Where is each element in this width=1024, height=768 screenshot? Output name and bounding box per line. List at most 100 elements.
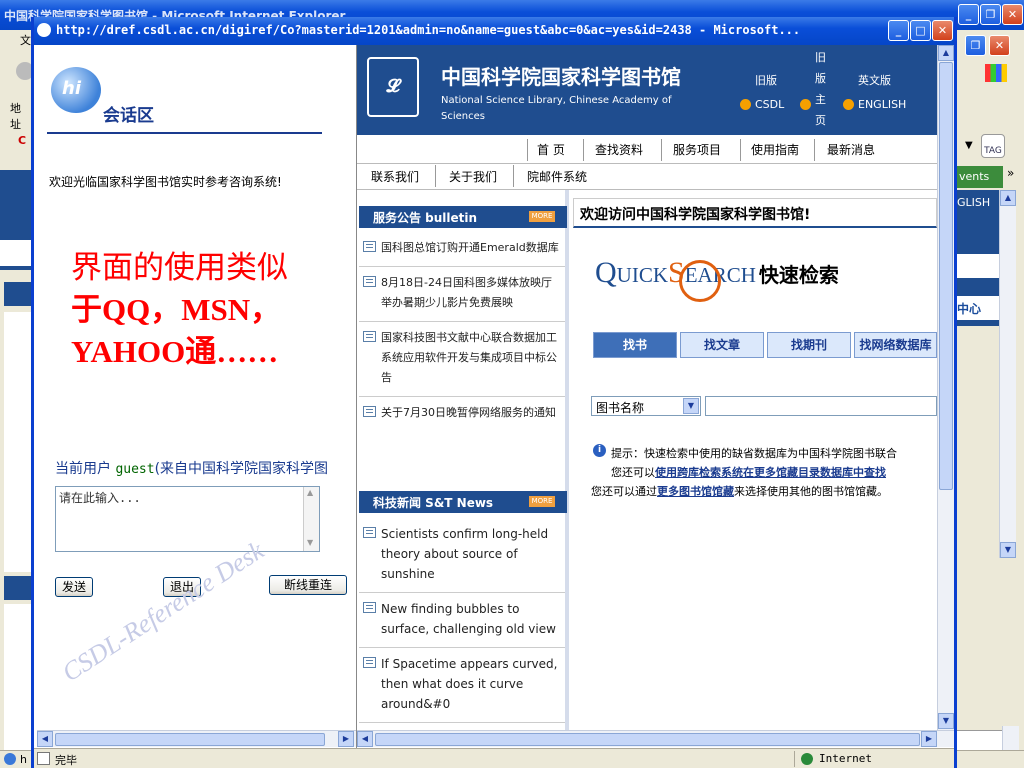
document-icon: [363, 657, 376, 668]
message-input[interactable]: 请在此输入... ▲ ▼: [55, 486, 320, 552]
library-horizontal-scrollbar[interactable]: ◀ ▶: [357, 730, 954, 747]
more-collections-link[interactable]: 更多图书馆馆藏: [657, 485, 734, 498]
popup-status-bar: 完毕 Internet: [34, 748, 954, 768]
bg-restore-button[interactable]: ❐: [980, 4, 1001, 25]
search-input[interactable]: [705, 396, 937, 416]
nav-home[interactable]: 首 页: [537, 141, 565, 158]
nav-guide[interactable]: 使用指南: [751, 141, 799, 158]
input-scroll-down-icon[interactable]: ▼: [307, 538, 313, 547]
bg-link-fragment: C: [18, 134, 27, 147]
bg-events-tab[interactable]: vents: [957, 166, 1003, 188]
send-button[interactable]: 发送: [55, 577, 93, 597]
welcome-box: 欢迎访问中国科学院国家科学图书馆!: [573, 198, 937, 228]
old-home-label-2: 版: [815, 72, 826, 85]
bulletin-item[interactable]: 8月18日-24日国科图多媒体放映厅举办暑期少儿影片免费展映: [359, 267, 565, 322]
bg-left-strip: 文 地址 C: [0, 30, 34, 768]
bulletin-item[interactable]: 国家科技图书文献中心联合数据加工系统应用软件开发与集成项目中标公告: [359, 322, 565, 397]
news-item-text: New finding bubbles to surface, challeng…: [381, 602, 556, 636]
bg-page-band: [0, 240, 31, 266]
library-scroll-left-icon[interactable]: ◀: [357, 731, 373, 747]
input-scroll-up-icon[interactable]: ▲: [307, 488, 313, 497]
annotation-text: 界面的使用类似 于QQ，MSN， YAHOO通……: [71, 247, 288, 373]
nav-mail-system[interactable]: 院邮件系统: [527, 168, 587, 185]
chat-pane: hi 会话区 欢迎光临国家科学图书馆实时参考咨询系统! 界面的使用类似 于QQ，…: [37, 45, 356, 748]
bulletin-more-link[interactable]: MORE: [529, 211, 555, 222]
popup-minimize-button[interactable]: _: [888, 20, 909, 41]
bg-vertical-scrollbar[interactable]: ▲ ▼: [999, 190, 1016, 558]
hi-chat-bubble-icon: hi: [51, 67, 101, 113]
library-scroll-right-icon[interactable]: ▶: [921, 731, 937, 747]
nav-contact[interactable]: 联系我们: [371, 168, 419, 185]
bg-status-fragment: h: [20, 753, 27, 766]
popup-title-bar[interactable]: http://dref.csdl.ac.cn/digiref/Co?master…: [34, 17, 954, 45]
bg-menu-first[interactable]: 文: [20, 32, 31, 48]
tag-icon[interactable]: TAG: [981, 134, 1005, 158]
reconnect-button[interactable]: 断线重连: [269, 575, 347, 595]
title-divider: [47, 132, 322, 134]
nav-services[interactable]: 服务项目: [673, 141, 721, 158]
popup-maximize-button[interactable]: □: [910, 20, 931, 41]
document-icon: [363, 276, 376, 287]
tab-find-databases[interactable]: 找网络数据库: [854, 332, 937, 358]
tip-line-3: 您还可以通过更多图书馆馆藏来选择使用其他的图书馆馆藏。: [591, 482, 941, 501]
home-icon-3: [843, 99, 854, 110]
bg-close-button[interactable]: ✕: [1002, 4, 1023, 25]
bg-scroll-down-icon[interactable]: ▼: [1000, 542, 1016, 558]
news-item[interactable]: New finding bubbles to surface, challeng…: [359, 593, 565, 648]
library-welcome: 欢迎访问中国科学院国家科学图书馆!: [580, 207, 811, 223]
bg-inner-close-button[interactable]: ✕: [989, 35, 1010, 56]
globe-icon: [801, 753, 813, 765]
library-vertical-scrollbar[interactable]: ▲ ▼: [937, 45, 954, 730]
annotation-line-1: 界面的使用类似: [71, 250, 288, 285]
cross-search-link[interactable]: 使用跨库检索系统在更多馆藏目录数据库中查找: [655, 466, 886, 479]
old-homepage-link[interactable]: 旧 版 主 页: [815, 47, 826, 131]
chat-scroll-left-icon[interactable]: ◀: [37, 731, 53, 747]
message-input-scrollbar[interactable]: ▲ ▼: [303, 487, 319, 551]
bg-inner-restore-button[interactable]: ❐: [965, 35, 986, 56]
security-zone: Internet: [794, 751, 952, 767]
tip-line-1: 提示：快速检索中使用的缺省数据库为中国科学院图书联合: [611, 447, 897, 460]
nav-find-resources[interactable]: 查找资料: [595, 141, 643, 158]
bg-right-band: [957, 254, 999, 278]
bulletin-item[interactable]: 国科图总馆订购开通Emerald数据库: [359, 232, 565, 267]
news-item[interactable]: If Spacetime appears curved, then what d…: [359, 648, 565, 723]
news-item-text: Scientists confirm long-held theory abou…: [381, 527, 549, 581]
bg-section-head-2: [4, 576, 31, 600]
library-scroll-thumb[interactable]: [939, 62, 953, 490]
search-tabs: 找书 找文章 找期刊 找网络数据库: [593, 332, 937, 360]
chat-scroll-thumb[interactable]: [55, 733, 325, 746]
document-icon: [363, 602, 376, 613]
search-field-select[interactable]: 图书名称 ▼: [591, 396, 701, 416]
library-pane: 𝓛 中国科学院国家科学图书馆 National Science Library,…: [357, 45, 954, 748]
document-icon: [363, 527, 376, 538]
bulletin-item[interactable]: 关于7月30日晚暂停网络服务的通知: [359, 397, 565, 431]
dropdown-arrow-icon[interactable]: ▼: [965, 140, 973, 151]
library-scroll-up-icon[interactable]: ▲: [938, 45, 954, 61]
old-csdl-link[interactable]: 旧版 CSDL: [755, 69, 784, 117]
library-hscroll-thumb[interactable]: [375, 733, 920, 746]
news-item[interactable]: Scientists confirm long-held theory abou…: [359, 518, 565, 593]
tab-find-journals[interactable]: 找期刊: [767, 332, 851, 358]
chat-scroll-right-icon[interactable]: ▶: [338, 731, 354, 747]
bg-minimize-button[interactable]: _: [958, 4, 979, 25]
chevron-down-icon[interactable]: ▼: [683, 398, 699, 414]
english-version-link[interactable]: 英文版 ENGLISH: [858, 69, 906, 117]
bg-scroll-up-icon[interactable]: ▲: [1000, 190, 1016, 206]
nav-news[interactable]: 最新消息: [827, 141, 875, 158]
chevron-more-icon[interactable]: »: [1007, 166, 1014, 180]
page-done-icon: [37, 752, 50, 765]
library-scroll-down-icon[interactable]: ▼: [938, 713, 954, 729]
nav-about[interactable]: 关于我们: [449, 168, 497, 185]
annotation-line-3: YAHOO通……: [71, 334, 279, 369]
library-name-cn: 中国科学院国家科学图书馆: [441, 65, 681, 89]
tab-find-books[interactable]: 找书: [593, 332, 677, 358]
news-title: 科技新闻 S&T News: [373, 496, 494, 510]
current-user-name: guest: [115, 462, 155, 477]
chat-horizontal-scrollbar[interactable]: ◀ ▶: [37, 730, 356, 747]
bg-center-fragment: 中心: [957, 302, 982, 316]
popup-close-button[interactable]: ✕: [932, 20, 953, 41]
document-icon: [363, 331, 376, 342]
news-more-link[interactable]: MORE: [529, 496, 555, 507]
tab-find-articles[interactable]: 找文章: [680, 332, 764, 358]
bulletin-item-text: 8月18日-24日国科图多媒体放映厅举办暑期少儿影片免费展映: [381, 276, 552, 309]
